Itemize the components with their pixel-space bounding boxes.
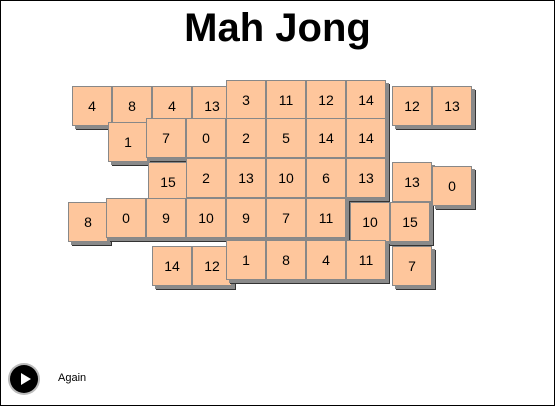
- tile-label: 15: [402, 214, 418, 230]
- tile-label: 13: [358, 170, 374, 186]
- mahjong-tile[interactable]: 9: [226, 198, 266, 238]
- tile-label: 8: [128, 98, 136, 114]
- tile-label: 1: [242, 252, 250, 268]
- tile-label: 12: [204, 258, 220, 274]
- tile-label: 14: [164, 258, 180, 274]
- mahjong-tile[interactable]: 14: [306, 118, 346, 158]
- tile-label: 2: [202, 170, 210, 186]
- tile-label: 8: [84, 214, 92, 230]
- mahjong-tile[interactable]: 12: [392, 86, 432, 126]
- tile-label: 0: [202, 130, 210, 146]
- tile-label: 14: [358, 130, 374, 146]
- mahjong-tile[interactable]: 8: [266, 240, 306, 280]
- tile-label: 10: [278, 170, 294, 186]
- mahjong-tile[interactable]: 15: [148, 162, 188, 202]
- again-button[interactable]: [10, 365, 38, 393]
- mahjong-tile[interactable]: 0: [186, 118, 226, 158]
- mahjong-tile[interactable]: 14: [346, 118, 386, 158]
- mahjong-tile[interactable]: 12: [306, 80, 346, 120]
- tile-label: 0: [122, 210, 130, 226]
- mahjong-tile[interactable]: 13: [346, 158, 386, 198]
- mahjong-tile[interactable]: 8: [68, 202, 108, 242]
- tile-label: 6: [322, 170, 330, 186]
- tile-label: 0: [448, 178, 456, 194]
- mahjong-tile[interactable]: 13: [392, 162, 432, 202]
- mahjong-tile[interactable]: 3: [226, 80, 266, 120]
- tile-label: 5: [282, 130, 290, 146]
- tile-label: 14: [358, 92, 374, 108]
- mahjong-tile[interactable]: 6: [306, 158, 346, 198]
- tile-label: 13: [404, 174, 420, 190]
- mahjong-tile[interactable]: 0: [432, 166, 472, 206]
- mahjong-tile[interactable]: 1: [226, 240, 266, 280]
- tile-label: 11: [358, 252, 374, 268]
- tile-label: 3: [242, 92, 250, 108]
- tile-label: 8: [282, 252, 290, 268]
- mahjong-tile[interactable]: 1: [108, 122, 148, 162]
- again-label[interactable]: Again: [58, 372, 86, 384]
- tile-label: 10: [362, 214, 378, 230]
- tile-label: 4: [88, 98, 96, 114]
- mahjong-tile[interactable]: 2: [226, 118, 266, 158]
- tile-label: 4: [168, 98, 176, 114]
- mahjong-tile[interactable]: 7: [146, 118, 186, 158]
- tile-label: 7: [408, 258, 416, 274]
- tile-label: 9: [242, 210, 250, 226]
- tile-label: 11: [318, 210, 334, 226]
- mahjong-tile[interactable]: 0: [106, 198, 146, 238]
- mahjong-tile[interactable]: 13: [432, 86, 472, 126]
- tile-label: 14: [318, 130, 334, 146]
- tile-label: 9: [162, 210, 170, 226]
- tile-label: 2: [242, 130, 250, 146]
- mahjong-tile[interactable]: 4: [72, 86, 112, 126]
- tile-label: 4: [322, 252, 330, 268]
- tile-label: 12: [404, 98, 420, 114]
- mahjong-tile[interactable]: 11: [346, 240, 386, 280]
- mahjong-tile[interactable]: 11: [266, 80, 306, 120]
- tile-label: 7: [162, 130, 170, 146]
- mahjong-tile[interactable]: 7: [392, 246, 432, 286]
- tile-label: 13: [238, 170, 254, 186]
- mahjong-tile[interactable]: 11: [306, 198, 346, 238]
- tile-label: 12: [318, 92, 334, 108]
- mahjong-tile[interactable]: 14: [152, 246, 192, 286]
- mahjong-tile[interactable]: 14: [346, 80, 386, 120]
- mahjong-tile[interactable]: 10: [350, 202, 390, 242]
- mahjong-tile[interactable]: 7: [266, 198, 306, 238]
- tile-board: 4 8 4 13 3 11 12 14 12 13 1 7 0 2 5 14 14 15 2 13 10 6 13 13 0 8 0…: [0, 0, 555, 406]
- mahjong-tile[interactable]: 4: [306, 240, 346, 280]
- tile-label: 13: [204, 98, 220, 114]
- tile-label: 1: [124, 134, 132, 150]
- mahjong-tile[interactable]: 10: [266, 158, 306, 198]
- mahjong-tile[interactable]: 15: [390, 202, 430, 242]
- tile-label: 13: [444, 98, 460, 114]
- mahjong-tile[interactable]: 13: [226, 158, 266, 198]
- mahjong-tile[interactable]: 9: [146, 198, 186, 238]
- mahjong-tile[interactable]: 10: [186, 198, 226, 238]
- mahjong-tile[interactable]: 5: [266, 118, 306, 158]
- tile-label: 10: [198, 210, 214, 226]
- tile-label: 7: [282, 210, 290, 226]
- tile-label: 15: [160, 174, 176, 190]
- mahjong-tile[interactable]: 2: [186, 158, 226, 198]
- tile-label: 11: [278, 92, 294, 108]
